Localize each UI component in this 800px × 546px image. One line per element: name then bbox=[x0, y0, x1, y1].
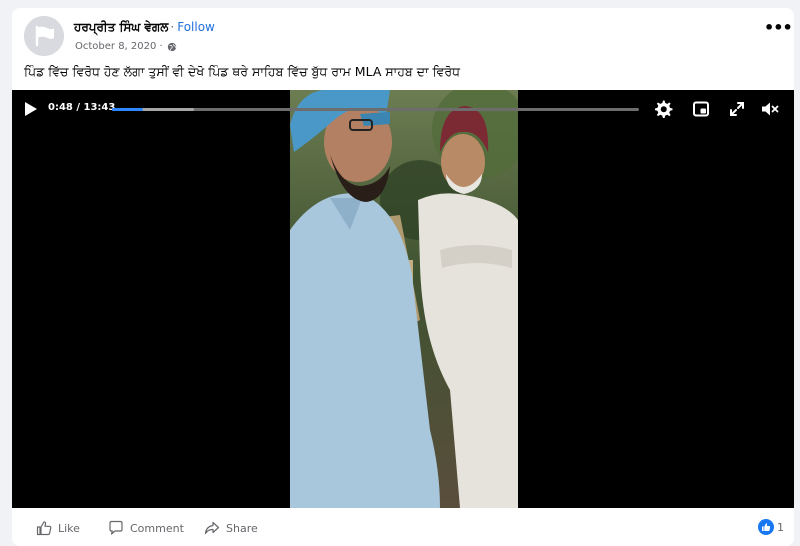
share-label: Share bbox=[226, 521, 258, 535]
post-meta: October 8, 2020 · bbox=[75, 41, 177, 52]
mute-button[interactable] bbox=[760, 99, 780, 119]
video-player[interactable]: 0:48 / 13:43 bbox=[12, 90, 794, 508]
like-reaction-icon bbox=[758, 519, 774, 535]
settings-gear-icon bbox=[655, 100, 673, 118]
globe-icon bbox=[167, 42, 177, 52]
comment-bubble-icon bbox=[109, 520, 123, 535]
share-arrow-icon bbox=[204, 521, 220, 535]
comment-button[interactable]: Comment bbox=[108, 520, 184, 536]
post-header-line: ਹਰਪ੍ਰੀਤ ਸਿੰਘ ਵੇਗਲ · Follow bbox=[74, 20, 215, 35]
post-caption: ਪਿੰਡ ਵਿੱਚ ਵਿਰੋਧ ਹੋਣ ਲੱਗਾ ਤੁਸੀਂ ਵੀ ਦੇਖੋ ਪ… bbox=[24, 64, 460, 79]
share-button[interactable]: Share bbox=[204, 520, 258, 536]
picture-in-picture-icon bbox=[693, 101, 709, 117]
post-actions-bar: Like Comment Share 1 bbox=[12, 514, 794, 542]
author-name[interactable]: ਹਰਪ੍ਰੀਤ ਸਿੰਘ ਵੇਗਲ bbox=[74, 20, 168, 34]
time-display: 0:48 / 13:43 bbox=[48, 102, 116, 113]
video-still-image bbox=[290, 90, 518, 508]
like-label: Like bbox=[58, 521, 80, 535]
mute-icon bbox=[762, 102, 779, 116]
follow-button[interactable]: Follow bbox=[177, 20, 215, 34]
play-icon bbox=[25, 102, 37, 116]
picture-in-picture-button[interactable] bbox=[691, 99, 711, 119]
more-options-button[interactable]: ••• bbox=[764, 20, 793, 38]
post-date[interactable]: October 8, 2020 · bbox=[75, 41, 163, 52]
reaction-summary[interactable]: 1 bbox=[758, 519, 784, 535]
post-card: ਹਰਪ੍ਰੀਤ ਸਿੰਘ ਵੇਗਲ · Follow October 8, 2020… bbox=[12, 8, 794, 546]
like-button[interactable]: Like bbox=[36, 520, 80, 536]
video-frame[interactable] bbox=[290, 90, 518, 508]
progress-played bbox=[112, 108, 143, 111]
thumbs-up-icon bbox=[36, 521, 52, 536]
settings-button[interactable] bbox=[653, 99, 673, 119]
play-button[interactable] bbox=[24, 101, 38, 117]
reaction-count: 1 bbox=[777, 520, 784, 534]
avatar[interactable] bbox=[24, 16, 64, 56]
flag-avatar-icon bbox=[24, 16, 64, 56]
progress-bar[interactable] bbox=[112, 108, 639, 111]
separator-dot: · bbox=[170, 20, 175, 34]
fullscreen-icon bbox=[730, 102, 744, 116]
comment-label: Comment bbox=[130, 521, 184, 535]
fullscreen-button[interactable] bbox=[727, 99, 747, 119]
